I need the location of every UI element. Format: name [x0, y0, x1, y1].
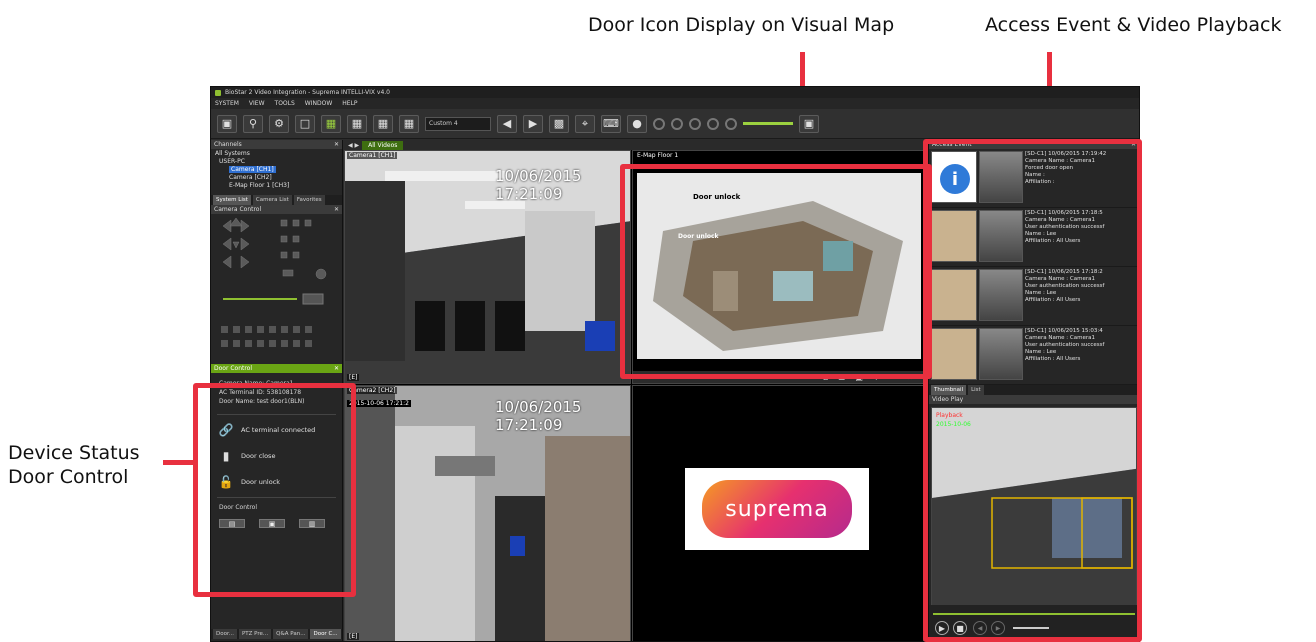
tile-3-timestamp: 10/06/2015 17:21:09	[495, 398, 582, 434]
app-logo-icon	[215, 89, 221, 96]
tile-1-corner: [E]	[347, 374, 360, 381]
layout-4-icon[interactable]: ▦	[321, 114, 341, 133]
menu-system[interactable]: SYSTEM	[215, 100, 239, 107]
ptz-up-icon	[229, 217, 243, 227]
callout-access-event: Access Event & Video Playback	[985, 14, 1282, 36]
tab-favorites[interactable]: Favorites	[293, 195, 325, 205]
nav-arrows-icon[interactable]: ◀ ▶	[348, 142, 359, 149]
video-tabs: ◀ ▶ All Videos	[344, 140, 924, 150]
fullscreen-icon[interactable]: ⌖	[575, 114, 595, 133]
video-tile-4-logo[interactable]: suprema	[632, 385, 924, 641]
video-tile-3[interactable]: Camera2 [CH2] 2015-10-06 17:21:2 10/06/2…	[344, 385, 631, 641]
layout-select[interactable]: Custom 4	[425, 116, 491, 131]
prev-icon[interactable]: ◀	[497, 114, 517, 133]
callout-device-status-line2: Door Control	[8, 465, 129, 488]
record-2-icon[interactable]	[671, 117, 683, 130]
highlight-door-control	[193, 383, 356, 597]
channels-header: Channels ✕	[211, 140, 342, 149]
tile-3-small-time: 2015-10-06 17:21:2	[347, 400, 411, 407]
record-3-icon[interactable]	[689, 117, 701, 130]
callout-door-icon: Door Icon Display on Visual Map	[588, 14, 895, 36]
microphone-icon[interactable]: ●	[627, 114, 647, 133]
camera-control-header: Camera Control ✕	[211, 205, 342, 214]
menu-window[interactable]: WINDOW	[305, 100, 332, 107]
layout-9-icon[interactable]: ▦	[347, 114, 367, 133]
camera-icon[interactable]: ▣	[217, 114, 237, 133]
bottom-tabs: Door... PTZ Pre... Q&A Pan... Door C...	[211, 629, 342, 639]
ptz-down-icon	[232, 241, 240, 249]
ptz-control-pad	[211, 214, 342, 364]
close-icon[interactable]: ✕	[334, 141, 339, 148]
record-5-icon[interactable]	[725, 117, 737, 130]
grid-icon[interactable]: ▩	[549, 114, 569, 133]
keyboard-icon[interactable]: ⌨	[601, 114, 621, 133]
tile-1-timestamp: 10/06/2015 17:21:09	[495, 167, 582, 203]
camera-control-title: Camera Control	[214, 206, 262, 213]
tab-system-list[interactable]: System List	[213, 195, 251, 205]
tab-door[interactable]: Door...	[213, 629, 237, 639]
tree-item-ch3[interactable]: E-Map Floor 1 [CH3]	[211, 181, 342, 189]
close-icon[interactable]: ✕	[334, 206, 339, 213]
callout-device-status-line1: Device Status	[8, 442, 140, 464]
highlight-events	[923, 139, 1142, 642]
tree-item-user-pc[interactable]: USER-PC	[211, 157, 342, 165]
callout-device-status: Device Status Door Control	[8, 442, 140, 490]
menu-view[interactable]: VIEW	[249, 100, 265, 107]
title-bar: BioStar 2 Video Integration - Suprema IN…	[211, 87, 1139, 98]
volume-slider[interactable]	[743, 122, 793, 125]
tab-door-control[interactable]: Door C...	[310, 629, 341, 639]
tab-ptz-preset[interactable]: PTZ Pre...	[238, 629, 272, 639]
suprema-logo-blob: suprema	[702, 480, 852, 538]
tree-item-ch2[interactable]: Camera [CH2]	[211, 173, 342, 181]
zoom-slider	[223, 298, 297, 300]
layout-16-icon[interactable]: ▦	[373, 114, 393, 133]
toolbar: ▣ ⚲ ⚙ □ ▦ ▦ ▦ ▦ Custom 4 ◀ ▶ ▩ ⌖ ⌨ ● ▣	[211, 109, 1139, 139]
layout-custom-icon[interactable]: ▦	[399, 114, 419, 133]
channels-title: Channels	[214, 141, 242, 148]
gear-icon[interactable]: ⚙	[269, 114, 289, 133]
menu-bar: SYSTEM VIEW TOOLS WINDOW HELP	[211, 98, 1139, 109]
channel-tabs: System List Camera List Favorites	[211, 195, 342, 205]
ptz-controls-graphic	[221, 217, 327, 347]
app-title: BioStar 2 Video Integration - Suprema IN…	[225, 89, 390, 96]
tab-all-videos[interactable]: All Videos	[362, 140, 404, 150]
menu-tools[interactable]: TOOLS	[275, 100, 295, 107]
door-control-title: Door Control	[214, 365, 253, 372]
record-icon[interactable]	[653, 117, 665, 130]
record-4-icon[interactable]	[707, 117, 719, 130]
close-icon[interactable]: ✕	[334, 365, 339, 372]
search-icon[interactable]: ⚲	[243, 114, 263, 133]
door-control-header: Door Control ✕	[211, 364, 342, 373]
tree-item-all-systems[interactable]: All Systems	[211, 149, 342, 157]
suprema-logo-text: suprema	[725, 496, 829, 522]
tile-3-corner: [E]	[347, 633, 360, 640]
tile-1-label: Camera1 [CH1]	[347, 152, 398, 159]
next-icon[interactable]: ▶	[523, 114, 543, 133]
snapshot-icon[interactable]: ▣	[799, 114, 819, 133]
menu-help[interactable]: HELP	[342, 100, 357, 107]
tree-item-ch1[interactable]: Camera [CH1]	[211, 165, 342, 173]
layout-1-icon[interactable]: □	[295, 114, 315, 133]
tab-qa-panel[interactable]: Q&A Pan...	[273, 629, 309, 639]
suprema-logo: suprema	[685, 468, 869, 550]
highlight-map	[620, 164, 932, 379]
video-tile-1[interactable]: Camera1 [CH1] 10/06/2015 17:21:09 [E]	[344, 150, 631, 384]
tab-camera-list[interactable]: Camera List	[252, 195, 292, 205]
connector-line-device	[163, 460, 196, 465]
